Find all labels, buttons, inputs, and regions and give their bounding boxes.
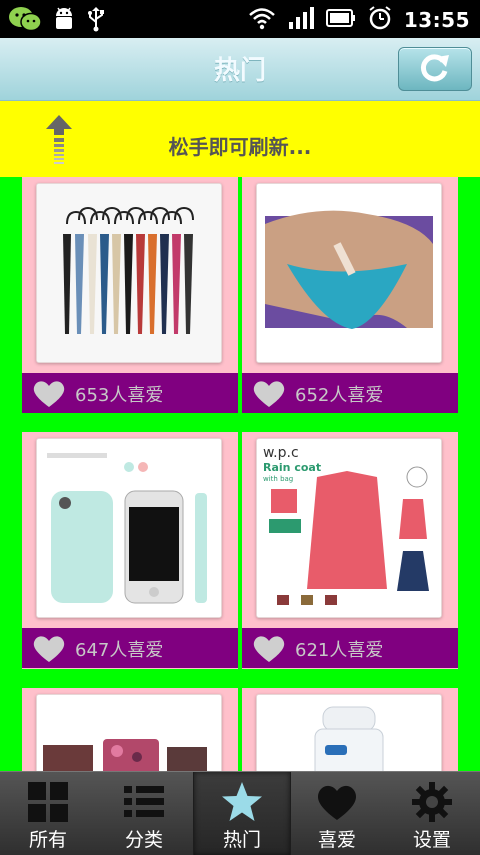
- tab-all[interactable]: 所有: [0, 772, 96, 855]
- like-bar[interactable]: 653人喜爱: [22, 373, 238, 413]
- product-card[interactable]: 653人喜爱: [22, 177, 238, 413]
- alarm-icon: [368, 6, 392, 34]
- raincoat-brand: w.p.c: [263, 445, 299, 461]
- grid-icon: [26, 780, 70, 824]
- like-bar[interactable]: 647人喜爱: [22, 628, 238, 668]
- heart-icon[interactable]: [32, 635, 66, 667]
- product-card[interactable]: [22, 688, 238, 771]
- usb-icon: [86, 6, 106, 36]
- battery-icon: [325, 7, 356, 33]
- tab-label: 设置: [412, 829, 451, 851]
- tab-label: 喜爱: [317, 829, 356, 851]
- raincoat-headline: Rain coat: [263, 461, 321, 474]
- tab-label: 分类: [124, 829, 163, 851]
- pull-refresh-text: 松手即可刷新...: [168, 135, 312, 159]
- like-count: 652人喜爱: [295, 385, 384, 406]
- bottle-photo[interactable]: [256, 694, 442, 771]
- umbrellas-photo[interactable]: [36, 183, 222, 363]
- bikini-photo[interactable]: [256, 183, 442, 363]
- title-bar: 热门: [0, 38, 480, 101]
- star-icon: [220, 780, 264, 824]
- wechat-icon: [8, 6, 42, 36]
- heart-icon[interactable]: [252, 380, 286, 412]
- product-grid[interactable]: 653人喜爱 652人喜爱 647人喜爱 w.p.c Rain coat wit…: [22, 177, 458, 771]
- product-card[interactable]: w.p.c Rain coat with bag 621人喜爱: [242, 432, 458, 669]
- list-icon: [122, 780, 166, 824]
- pull-to-refresh-header: 松手即可刷新...: [0, 101, 480, 177]
- soap-bars-photo[interactable]: [36, 694, 222, 771]
- tab-favorites[interactable]: 喜爱: [289, 772, 385, 855]
- tab-settings[interactable]: 设置: [384, 772, 480, 855]
- like-count: 647人喜爱: [75, 640, 164, 661]
- like-bar[interactable]: 652人喜爱: [242, 373, 458, 413]
- clock: 13:55: [403, 8, 470, 32]
- heart-icon: [315, 780, 359, 824]
- signal-icon: [288, 6, 314, 34]
- tab-label: 热门: [222, 829, 261, 851]
- product-card[interactable]: 647人喜爱: [22, 432, 238, 669]
- raincoat-photo[interactable]: w.p.c Rain coat with bag: [256, 438, 442, 618]
- refresh-button[interactable]: [398, 47, 472, 91]
- like-count: 653人喜爱: [75, 385, 164, 406]
- tab-label: 所有: [28, 829, 67, 851]
- raincoat-sub: with bag: [263, 475, 293, 483]
- gear-icon: [410, 780, 454, 824]
- android-debug-icon: [52, 6, 76, 36]
- tab-hot[interactable]: 热门: [193, 772, 291, 855]
- heart-icon[interactable]: [252, 635, 286, 667]
- refresh-icon: [418, 51, 452, 87]
- status-bar: 13:55: [0, 0, 480, 38]
- bottom-tab-bar: 所有 分类 热门 喜爱 设置: [0, 771, 480, 855]
- like-bar[interactable]: 621人喜爱: [242, 628, 458, 668]
- wifi-icon: [248, 6, 276, 34]
- product-card[interactable]: [242, 688, 458, 771]
- heart-icon[interactable]: [32, 380, 66, 412]
- product-card[interactable]: 652人喜爱: [242, 177, 458, 413]
- tab-category[interactable]: 分类: [96, 772, 192, 855]
- phone-case-photo[interactable]: [36, 438, 222, 618]
- like-count: 621人喜爱: [295, 640, 384, 661]
